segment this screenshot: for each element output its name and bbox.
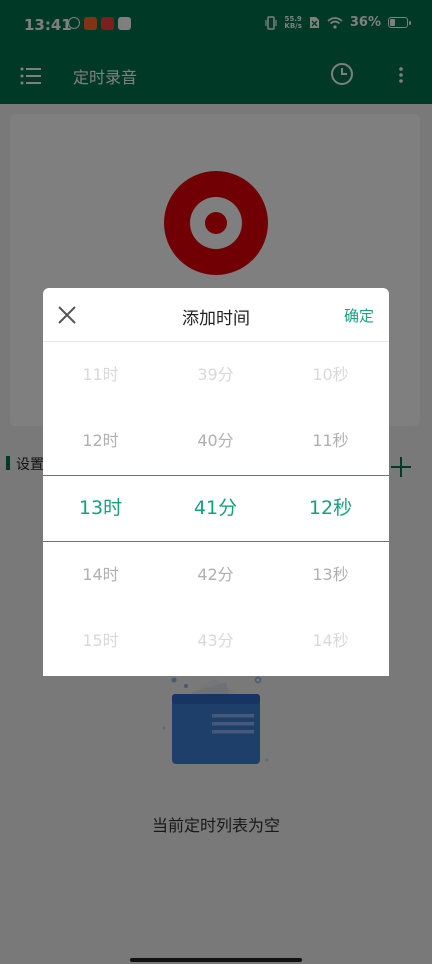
second-option[interactable]: 11秒: [273, 408, 388, 474]
hour-option[interactable]: 14时: [43, 542, 158, 608]
hour-option[interactable]: 12时: [43, 408, 158, 474]
minute-selected[interactable]: 41分: [158, 475, 273, 541]
confirm-button[interactable]: 确定: [344, 305, 374, 326]
second-option[interactable]: 13秒: [273, 542, 388, 608]
minute-option[interactable]: 43分: [158, 608, 273, 674]
minute-option[interactable]: 40分: [158, 408, 273, 474]
second-wheel[interactable]: 10秒 11秒 12秒 13秒 14秒: [273, 342, 388, 676]
second-selected[interactable]: 12秒: [273, 475, 388, 541]
minute-wheel[interactable]: 39分 40分 41分 42分 43分: [158, 342, 273, 676]
time-picker[interactable]: 11时 12时 13时 14时 15时 39分 40分 41分 42分 43分 …: [43, 342, 389, 676]
hour-wheel[interactable]: 11时 12时 13时 14时 15时: [43, 342, 158, 676]
minute-option[interactable]: 39分: [158, 342, 273, 408]
hour-option[interactable]: 11时: [43, 342, 158, 408]
add-time-dialog: 添加时间 确定 11时 12时 13时 14时 15时 39分 40分 41分 …: [43, 288, 389, 676]
dialog-title: 添加时间: [182, 309, 250, 329]
screen: 13:41 55.9 KB/s: [0, 0, 432, 964]
minute-option[interactable]: 42分: [158, 542, 273, 608]
dialog-header: 添加时间 确定: [43, 288, 389, 342]
second-option[interactable]: 14秒: [273, 608, 388, 674]
selection-line-bottom: [43, 541, 389, 542]
hour-option[interactable]: 15时: [43, 608, 158, 674]
selection-line-top: [43, 475, 389, 476]
second-option[interactable]: 10秒: [273, 342, 388, 408]
hour-selected[interactable]: 13时: [43, 475, 158, 541]
